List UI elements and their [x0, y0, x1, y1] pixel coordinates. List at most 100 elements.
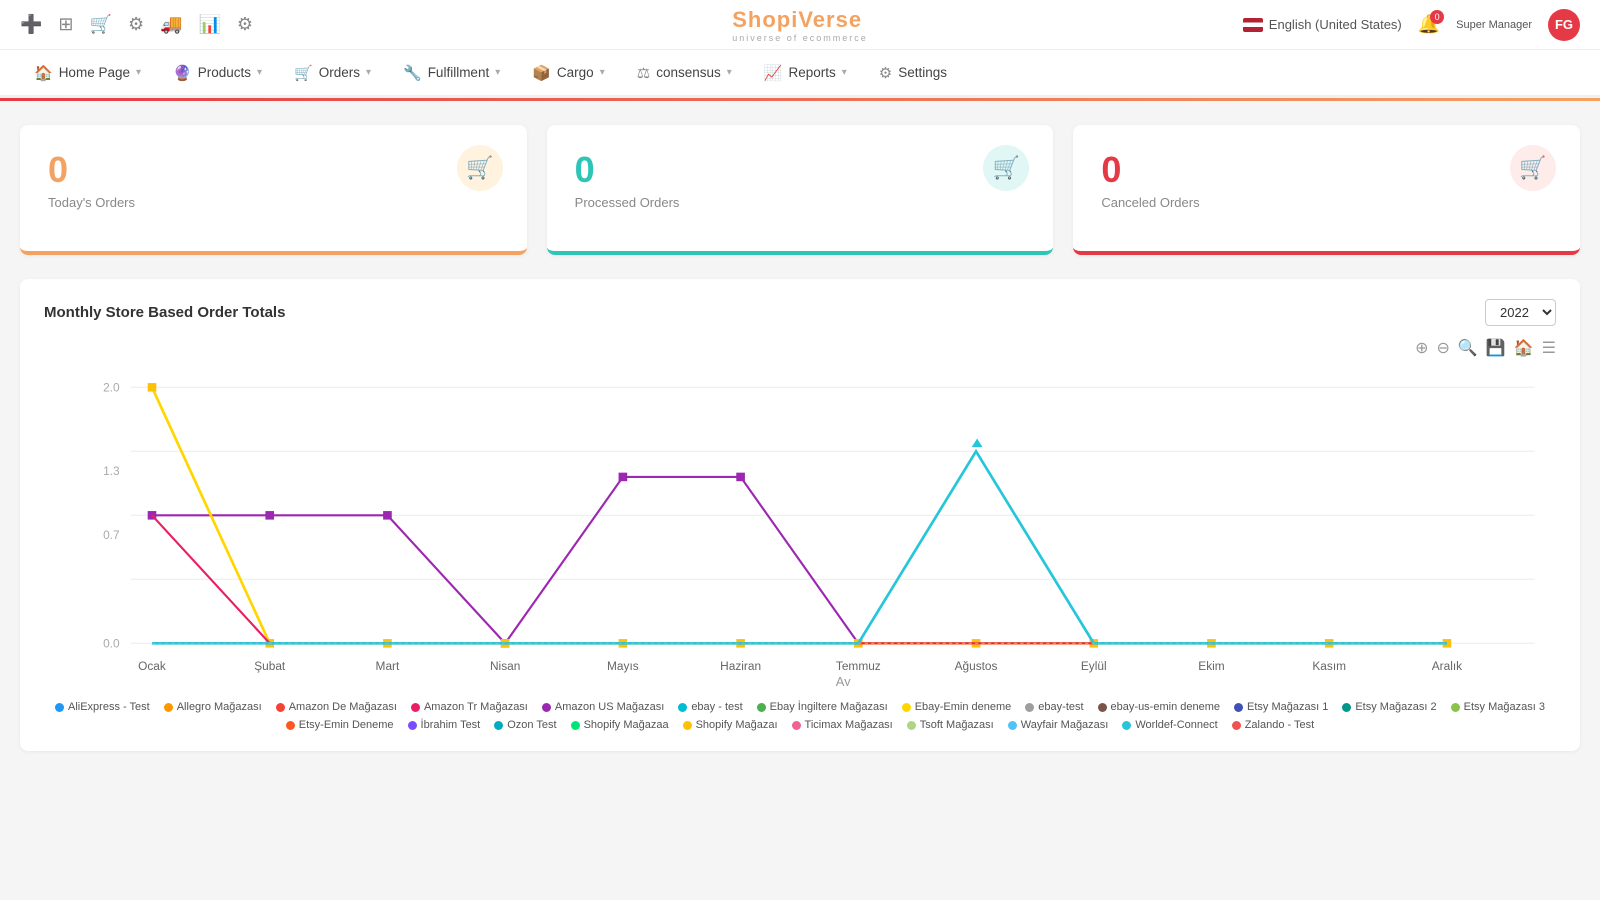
- chevron-down-icon: ▾: [842, 67, 847, 78]
- legend-dot: [276, 703, 285, 712]
- nav-home-page[interactable]: 🏠 Home Page ▾: [20, 52, 155, 97]
- svg-text:Aralık: Aralık: [1432, 659, 1462, 673]
- nav-reports[interactable]: 📈 Reports ▾: [750, 52, 861, 97]
- zoom-in-icon[interactable]: ⊕: [1415, 338, 1428, 358]
- legend-label: Ebay-Emin deneme: [915, 701, 1012, 713]
- nav-fulfillment[interactable]: 🔧 Fulfillment ▾: [389, 52, 514, 97]
- legend-label: ebay-us-emin deneme: [1111, 701, 1220, 713]
- zoom-out-icon[interactable]: ⊖: [1436, 338, 1449, 358]
- legend-label: Allegro Mağazası: [177, 701, 262, 713]
- menu-icon[interactable]: ☰: [1542, 338, 1556, 358]
- user-name: Super Manager: [1456, 19, 1532, 31]
- legend-label: Shopify Mağazaa: [584, 719, 669, 731]
- home-reset-icon[interactable]: 🏠: [1514, 338, 1534, 358]
- stats-row: 🛒 0 Today's Orders 🛒 0 Processed Orders …: [20, 125, 1580, 255]
- cart-icon-green: 🛒: [983, 145, 1029, 191]
- chart-legend: AliExpress - Test Allegro Mağazası Amazo…: [44, 701, 1556, 731]
- canceled-orders-value: 0: [1101, 149, 1552, 191]
- gear-icon[interactable]: ⚙: [237, 14, 253, 35]
- download-icon[interactable]: 💾: [1486, 338, 1506, 358]
- consensus-icon: ⚖: [637, 64, 650, 82]
- topbar: ➕ ⊞ 🛒 ⚙ 🚚 📊 ⚙ ShopiVerse universe of eco…: [0, 0, 1600, 50]
- nav-settings-label: Settings: [898, 65, 947, 80]
- legend-label: Amazon US Mağazası: [555, 701, 664, 713]
- svg-text:Ekim: Ekim: [1198, 659, 1225, 673]
- chevron-down-icon: ▾: [495, 67, 500, 78]
- magnify-icon[interactable]: 🔍: [1458, 338, 1478, 358]
- legend-etsy-emin: Etsy-Emin Deneme: [286, 719, 394, 731]
- topbar-quick-icons: ➕ ⊞ 🛒 ⚙ 🚚 📊 ⚙: [20, 14, 253, 35]
- stat-card-todays-orders: 🛒 0 Today's Orders: [20, 125, 527, 255]
- legend-dot: [792, 721, 801, 730]
- language-selector[interactable]: English (United States): [1243, 17, 1402, 32]
- nav-orders[interactable]: 🛒 Orders ▾: [280, 52, 385, 97]
- flag-icon: [1243, 18, 1263, 32]
- truck-icon[interactable]: 🚚: [160, 14, 182, 35]
- svg-text:1.3: 1.3: [103, 464, 120, 478]
- legend-dot: [286, 721, 295, 730]
- svg-text:Ağustos: Ağustos: [955, 659, 998, 673]
- nav-home-label: Home Page: [59, 65, 130, 80]
- nav-settings[interactable]: ⚙ Settings: [865, 52, 961, 97]
- settings-icon: ⚙: [879, 64, 892, 82]
- legend-ebay-emin: Ebay-Emin deneme: [902, 701, 1012, 713]
- cart-icon[interactable]: 🛒: [90, 14, 112, 35]
- notification-bell[interactable]: 🔔 0: [1418, 14, 1440, 35]
- canceled-orders-label: Canceled Orders: [1101, 195, 1552, 210]
- legend-dot: [678, 703, 687, 712]
- legend-label: Etsy-Emin Deneme: [299, 719, 394, 731]
- legend-label: Ozon Test: [507, 719, 556, 731]
- svg-text:Mart: Mart: [376, 659, 400, 673]
- bar-chart-icon[interactable]: 📊: [199, 14, 221, 35]
- nav-products[interactable]: 🔮 Products ▾: [159, 52, 276, 97]
- nav-cargo-label: Cargo: [557, 65, 594, 80]
- grid-icon[interactable]: ⊞: [58, 14, 73, 35]
- legend-dot: [494, 721, 503, 730]
- legend-wayfair: Wayfair Mağazası: [1008, 719, 1109, 731]
- navbar: 🏠 Home Page ▾ 🔮 Products ▾ 🛒 Orders ▾ 🔧 …: [0, 50, 1600, 98]
- legend-dot: [1234, 703, 1243, 712]
- chevron-down-icon: ▾: [257, 67, 262, 78]
- legend-ebay-us-emin: ebay-us-emin deneme: [1098, 701, 1220, 713]
- legend-zalando: Zalando - Test: [1232, 719, 1315, 731]
- processed-orders-label: Processed Orders: [575, 195, 1026, 210]
- plus-icon[interactable]: ➕: [20, 14, 42, 35]
- legend-label: Shopify Mağazaı: [696, 719, 778, 731]
- legend-label: İbrahim Test: [421, 719, 481, 731]
- legend-dot: [1232, 721, 1241, 730]
- legend-ebay-ingiltere: Ebay İngiltere Mağazası: [757, 701, 888, 713]
- legend-etsy-3: Etsy Mağazası 3: [1451, 701, 1545, 713]
- processed-orders-value: 0: [575, 149, 1026, 191]
- legend-etsy-2: Etsy Mağazası 2: [1342, 701, 1436, 713]
- nav-reports-label: Reports: [788, 65, 835, 80]
- app-logo: ShopiVerse universe of ecommerce: [732, 7, 868, 43]
- legend-dot: [1098, 703, 1107, 712]
- cart-icon-red: 🛒: [1510, 145, 1556, 191]
- legend-aliexpress: AliExpress - Test: [55, 701, 150, 713]
- stat-card-canceled-orders: 🛒 0 Canceled Orders: [1073, 125, 1580, 255]
- svg-text:Temmuz: Temmuz: [836, 659, 881, 673]
- reports-icon: 📈: [764, 64, 783, 82]
- user-avatar[interactable]: FG: [1548, 9, 1580, 41]
- legend-label: ebay-test: [1038, 701, 1083, 713]
- nav-consensus[interactable]: ⚖ consensus ▾: [623, 52, 746, 97]
- products-icon: 🔮: [173, 64, 192, 82]
- nav-cargo[interactable]: 📦 Cargo ▾: [518, 52, 619, 97]
- chart-controls: ⊕ ⊖ 🔍 💾 🏠 ☰: [44, 338, 1556, 358]
- svg-text:Kasım: Kasım: [1312, 659, 1346, 673]
- legend-dot: [1008, 721, 1017, 730]
- year-select[interactable]: 2022 2021 2020 2023: [1485, 299, 1556, 326]
- settings-dot-icon[interactable]: ⚙: [128, 14, 144, 35]
- todays-orders-label: Today's Orders: [48, 195, 499, 210]
- svg-text:Ocak: Ocak: [138, 659, 166, 673]
- legend-etsy-1: Etsy Mağazası 1: [1234, 701, 1328, 713]
- legend-ebay-test: ebay - test: [678, 701, 742, 713]
- legend-dot: [571, 721, 580, 730]
- nav-orders-label: Orders: [319, 65, 360, 80]
- legend-dot: [902, 703, 911, 712]
- chevron-down-icon: ▾: [600, 67, 605, 78]
- legend-shopify-i: Shopify Mağazaı: [683, 719, 778, 731]
- svg-text:Nisan: Nisan: [490, 659, 520, 673]
- user-info: Super Manager: [1456, 19, 1532, 31]
- cargo-icon: 📦: [532, 64, 551, 82]
